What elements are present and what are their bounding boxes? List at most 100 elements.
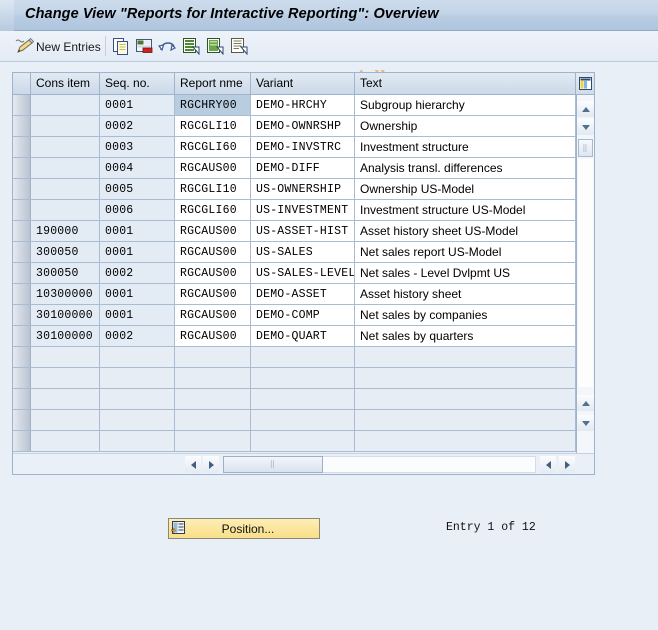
horizontal-scrollbar[interactable]: ⣿ xyxy=(13,453,594,474)
vertical-scrollbar-thumb[interactable]: ⣿ xyxy=(578,139,593,157)
table-row[interactable]: 0006 RGCGLI60 US-INVESTMENT Investment stru… xyxy=(13,200,576,221)
cell-report-name[interactable]: RGCGLI10 xyxy=(175,116,251,137)
row-selector-button[interactable] xyxy=(13,431,31,452)
vertical-scrollbar[interactable]: ⣿ xyxy=(576,95,594,453)
cell-variant[interactable]: US-SALES xyxy=(251,242,355,263)
cell-text[interactable]: Net sales report US-Model xyxy=(355,242,576,263)
cell-report-name[interactable]: RGCGLI10 xyxy=(175,179,251,200)
cell-cons-item[interactable] xyxy=(31,368,100,389)
cell-seq-no[interactable]: 0002 xyxy=(100,116,175,137)
cell-variant[interactable] xyxy=(251,410,355,431)
table-row[interactable] xyxy=(13,389,576,410)
table-row[interactable]: 30100000 0001 RGCAUS00 DEMO-COMP Net sales b… xyxy=(13,305,576,326)
scroll-down-button[interactable] xyxy=(577,119,594,135)
cell-text[interactable]: Investment structure xyxy=(355,137,576,158)
cell-cons-item[interactable] xyxy=(31,116,100,137)
cell-variant[interactable] xyxy=(251,389,355,410)
table-row[interactable]: 190000 0001 RGCAUS00 US-ASSET-HIST Asset his… xyxy=(13,221,576,242)
cell-seq-no[interactable]: 0004 xyxy=(100,158,175,179)
table-row[interactable]: 0002 RGCGLI10 DEMO-OWNRSHP Ownership xyxy=(13,116,576,137)
cell-cons-item[interactable] xyxy=(31,158,100,179)
cell-cons-item[interactable] xyxy=(31,431,100,452)
column-header-seq-no[interactable]: Seq. no. xyxy=(100,73,175,94)
cell-text[interactable] xyxy=(355,389,576,410)
cell-seq-no[interactable]: 0001 xyxy=(100,284,175,305)
scroll-up-button[interactable] xyxy=(577,101,594,117)
cell-seq-no[interactable]: 0002 xyxy=(100,326,175,347)
row-selector-button[interactable] xyxy=(13,368,31,389)
cell-text[interactable]: Asset history sheet US-Model xyxy=(355,221,576,242)
cell-cons-item[interactable] xyxy=(31,179,100,200)
cell-text[interactable]: Net sales by companies xyxy=(355,305,576,326)
row-selector-button[interactable] xyxy=(13,200,31,221)
cell-seq-no[interactable]: 0001 xyxy=(100,242,175,263)
table-row[interactable]: 30100000 0002 RGCAUS00 DEMO-QUART Net sales … xyxy=(13,326,576,347)
cell-report-name[interactable] xyxy=(175,389,251,410)
cell-cons-item[interactable] xyxy=(31,95,100,116)
cell-cons-item[interactable] xyxy=(31,200,100,221)
cell-seq-no[interactable] xyxy=(100,389,175,410)
cell-seq-no[interactable]: 0005 xyxy=(100,179,175,200)
row-selector-button[interactable] xyxy=(13,305,31,326)
horizontal-scrollbar-thumb[interactable]: ⣿ xyxy=(223,456,323,473)
cell-report-name[interactable]: RGCAUS00 xyxy=(175,242,251,263)
cell-variant[interactable]: US-OWNERSHIP xyxy=(251,179,355,200)
column-header-cons-item[interactable]: Cons item xyxy=(31,73,100,94)
cell-cons-item[interactable] xyxy=(31,347,100,368)
cell-text[interactable]: Subgroup hierarchy xyxy=(355,95,576,116)
cell-cons-item[interactable]: 30100000 xyxy=(31,326,100,347)
table-row[interactable]: 300050 0001 RGCAUS00 US-SALES Net sales repo… xyxy=(13,242,576,263)
row-selector-button[interactable] xyxy=(13,95,31,116)
cell-variant[interactable]: DEMO-INVSTRC xyxy=(251,137,355,158)
table-settings-icon[interactable] xyxy=(575,73,594,94)
select-all-icon[interactable] xyxy=(180,31,202,62)
cell-seq-no[interactable] xyxy=(100,410,175,431)
cell-variant[interactable] xyxy=(251,368,355,389)
row-selector-button[interactable] xyxy=(13,389,31,410)
table-row[interactable]: 0004 RGCAUS00 DEMO-DIFF Analysis transl. di… xyxy=(13,158,576,179)
cell-text[interactable]: Net sales - Level Dvlpmt US xyxy=(355,263,576,284)
cell-report-name[interactable]: RGCAUS00 xyxy=(175,158,251,179)
deselect-all-icon[interactable] xyxy=(204,31,226,62)
row-selector-button[interactable] xyxy=(13,326,31,347)
column-header-report-name[interactable]: Report nme xyxy=(175,73,251,94)
cell-text[interactable]: Net sales by quarters xyxy=(355,326,576,347)
cell-text[interactable] xyxy=(355,431,576,452)
delete-row-icon[interactable] xyxy=(133,31,155,62)
column-header-variant[interactable]: Variant xyxy=(251,73,355,94)
cell-report-name[interactable] xyxy=(175,368,251,389)
row-selector-button[interactable] xyxy=(13,410,31,431)
table-row[interactable]: 0001 RGCHRY00 DEMO-HRCHY Subgroup hierarchy xyxy=(13,95,576,116)
cell-cons-item[interactable]: 10300000 xyxy=(31,284,100,305)
table-row[interactable] xyxy=(13,368,576,389)
cell-variant[interactable]: US-INVESTMENT xyxy=(251,200,355,221)
cell-report-name[interactable]: RGCAUS00 xyxy=(175,221,251,242)
scroll-right-button[interactable] xyxy=(203,456,219,473)
cell-variant[interactable] xyxy=(251,431,355,452)
row-selector-button[interactable] xyxy=(13,116,31,137)
cell-seq-no[interactable]: 0001 xyxy=(100,221,175,242)
cell-variant[interactable]: DEMO-ASSET xyxy=(251,284,355,305)
cell-report-name[interactable] xyxy=(175,410,251,431)
cell-cons-item[interactable]: 190000 xyxy=(31,221,100,242)
cell-text[interactable]: Investment structure US-Model xyxy=(355,200,576,221)
cell-variant[interactable]: US-ASSET-HIST xyxy=(251,221,355,242)
table-row[interactable]: 0005 RGCGLI10 US-OWNERSHIP Ownership US-Mod… xyxy=(13,179,576,200)
cell-variant[interactable]: US-SALES-LEVEL xyxy=(251,263,355,284)
cell-report-name[interactable]: RGCAUS00 xyxy=(175,326,251,347)
cell-seq-no[interactable]: 0002 xyxy=(100,263,175,284)
table-row[interactable]: 300050 0002 RGCAUS00 US-SALES-LEVEL Net sale… xyxy=(13,263,576,284)
cell-seq-no[interactable]: 0003 xyxy=(100,137,175,158)
cell-cons-item[interactable]: 300050 xyxy=(31,263,100,284)
vertical-scrollbar-track[interactable] xyxy=(578,159,593,387)
cell-text[interactable] xyxy=(355,410,576,431)
row-selector-button[interactable] xyxy=(13,158,31,179)
row-selector-button[interactable] xyxy=(13,221,31,242)
scroll-page-down-button[interactable] xyxy=(577,415,594,431)
undo-icon[interactable] xyxy=(156,31,178,62)
cell-report-name[interactable]: RGCAUS00 xyxy=(175,263,251,284)
cell-seq-no[interactable] xyxy=(100,368,175,389)
table-row[interactable] xyxy=(13,347,576,368)
cell-report-name[interactable] xyxy=(175,347,251,368)
cell-variant[interactable]: DEMO-HRCHY xyxy=(251,95,355,116)
